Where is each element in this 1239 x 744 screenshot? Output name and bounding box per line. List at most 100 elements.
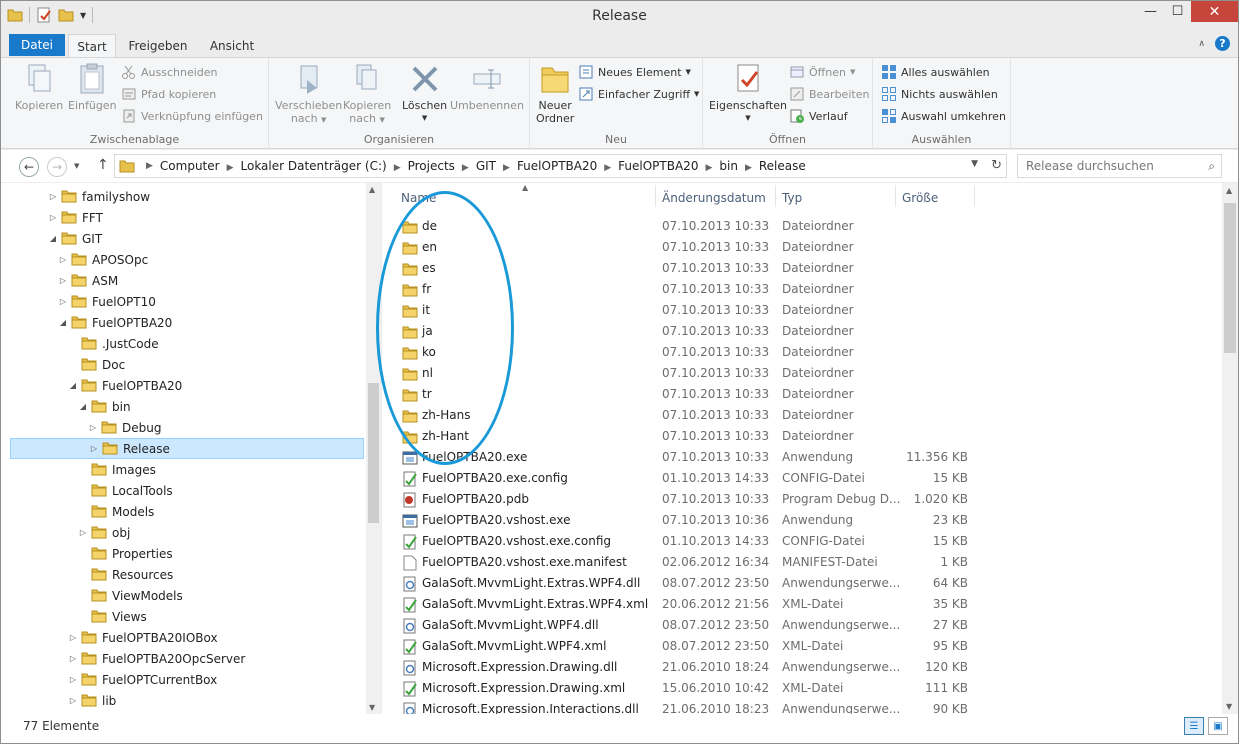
tree-item[interactable]: ◢ FuelOPTBA20 xyxy=(68,375,182,396)
paste-button[interactable]: Einfügen xyxy=(68,62,117,112)
file-row[interactable]: es 07.10.2013 10:33 Dateiordner xyxy=(382,258,1222,279)
delete-dropdown-icon[interactable]: ▼ xyxy=(422,112,427,125)
breadcrumb-item[interactable]: bin xyxy=(719,159,738,173)
ribbon-collapse-icon[interactable]: ∧ xyxy=(1198,39,1205,49)
breadcrumb-item[interactable]: FuelOPTBA20 xyxy=(517,159,597,173)
tree-item[interactable]: Doc xyxy=(68,354,125,375)
scroll-up-icon[interactable]: ▲ xyxy=(369,185,375,194)
rename-button[interactable]: Umbenennen xyxy=(450,62,524,112)
expand-icon[interactable]: ▷ xyxy=(89,444,99,453)
invert-selection-button[interactable]: Auswahl umkehren xyxy=(881,106,1006,126)
file-row[interactable]: fr 07.10.2013 10:33 Dateiordner xyxy=(382,279,1222,300)
breadcrumb-separator-icon[interactable]: ▶ xyxy=(705,163,712,173)
back-button[interactable]: ← xyxy=(19,157,39,177)
search-icon[interactable]: ⌕ xyxy=(1208,159,1215,174)
file-row[interactable]: ko 07.10.2013 10:33 Dateiordner xyxy=(382,342,1222,363)
scroll-up-icon[interactable]: ▲ xyxy=(1226,186,1232,195)
file-row[interactable]: GalaSoft.MvvmLight.Extras.WPF4.xml 20.06.… xyxy=(382,594,1222,615)
breadcrumb-item[interactable]: GIT xyxy=(476,159,496,173)
expand-icon[interactable]: ▷ xyxy=(68,633,78,642)
tree-item[interactable]: ▷ ASM xyxy=(58,270,118,291)
expand-icon[interactable]: ▷ xyxy=(58,255,68,264)
file-row[interactable]: nl 07.10.2013 10:33 Dateiordner xyxy=(382,363,1222,384)
tab-datei[interactable]: Datei xyxy=(9,34,65,56)
tab-freigeben[interactable]: Freigeben xyxy=(122,34,194,57)
collapse-icon[interactable]: ◢ xyxy=(58,318,68,327)
tree-item[interactable]: ▷ FuelOPTBA20IOBox xyxy=(68,627,218,648)
tree-item[interactable]: .JustCode xyxy=(68,333,159,354)
breadcrumb-separator-icon[interactable]: ▶ xyxy=(462,163,469,173)
scroll-thumb[interactable] xyxy=(368,383,379,523)
address-dropdown-icon[interactable]: ▼ xyxy=(971,159,978,169)
file-row[interactable]: FuelOPTBA20.vshost.exe.manifest 02.06.201… xyxy=(382,552,1222,573)
forward-button[interactable]: → xyxy=(47,157,67,177)
breadcrumb-item[interactable]: Lokaler Datenträger (C:) xyxy=(241,159,387,173)
file-row[interactable]: ja 07.10.2013 10:33 Dateiordner xyxy=(382,321,1222,342)
column-date[interactable]: Änderungsdatum xyxy=(662,191,766,205)
tree-item[interactable]: ▷ FFT xyxy=(48,207,103,228)
tab-ansicht[interactable]: Ansicht xyxy=(201,34,263,57)
copy-to-button[interactable]: Kopieren nach ▼ xyxy=(343,62,391,127)
copy-path-button[interactable]: Pfad kopieren xyxy=(121,84,216,104)
breadcrumb-separator-icon[interactable]: ▶ xyxy=(227,163,234,173)
close-button[interactable]: ✕ xyxy=(1191,1,1238,22)
file-list-scrollbar[interactable]: ▲ ▼ xyxy=(1222,183,1238,714)
large-icons-view-button[interactable]: ▣ xyxy=(1208,717,1228,735)
move-to-button[interactable]: Verschieben nach ▼ xyxy=(275,62,342,127)
maximize-button[interactable]: ☐ xyxy=(1164,1,1191,22)
breadcrumb-separator-icon[interactable]: ▶ xyxy=(394,163,401,173)
file-row[interactable]: GalaSoft.MvvmLight.Extras.WPF4.dll 08.07.… xyxy=(382,573,1222,594)
file-row[interactable]: zh-Hans 07.10.2013 10:33 Dateiordner xyxy=(382,405,1222,426)
expand-icon[interactable]: ▷ xyxy=(58,276,68,285)
file-row[interactable]: it 07.10.2013 10:33 Dateiordner xyxy=(382,300,1222,321)
tree-item[interactable]: ▷ FuelOPT10 xyxy=(58,291,156,312)
tree-item[interactable]: Views xyxy=(78,606,147,627)
details-view-button[interactable]: ☰ xyxy=(1184,717,1204,735)
breadcrumb-separator-icon[interactable]: ▶ xyxy=(604,163,611,173)
refresh-icon[interactable]: ↻ xyxy=(991,158,1002,173)
tree-item[interactable]: ▷ Release xyxy=(10,438,364,459)
delete-button[interactable]: Löschen ▼ xyxy=(402,62,447,125)
file-row[interactable]: tr 07.10.2013 10:33 Dateiordner xyxy=(382,384,1222,405)
tree-item[interactable]: ▷ obj xyxy=(78,522,130,543)
select-none-button[interactable]: Nichts auswählen xyxy=(881,84,998,104)
tree-item[interactable]: Models xyxy=(78,501,154,522)
file-row[interactable]: de 07.10.2013 10:33 Dateiordner xyxy=(382,216,1222,237)
properties-button[interactable]: Eigenschaften ▼ xyxy=(709,62,787,125)
column-size[interactable]: Größe xyxy=(902,191,938,205)
file-row[interactable]: FuelOPTBA20.vshost.exe 07.10.2013 10:36 An… xyxy=(382,510,1222,531)
expand-icon[interactable]: ▷ xyxy=(48,213,58,222)
file-row[interactable]: Microsoft.Expression.Drawing.xml 15.06.20… xyxy=(382,678,1222,699)
scroll-thumb[interactable] xyxy=(1224,203,1236,353)
file-row[interactable]: en 07.10.2013 10:33 Dateiordner xyxy=(382,237,1222,258)
tree-item[interactable]: LocalTools xyxy=(78,480,173,501)
properties-dropdown-icon[interactable]: ▼ xyxy=(745,112,750,125)
expand-icon[interactable]: ▷ xyxy=(68,654,78,663)
up-button[interactable]: ↑ xyxy=(97,157,109,173)
minimize-button[interactable]: — xyxy=(1137,1,1164,22)
column-divider[interactable] xyxy=(895,185,896,207)
column-divider[interactable] xyxy=(655,185,656,207)
tree-item[interactable]: ▷ FuelOPTCurrentBox xyxy=(68,669,217,690)
tree-item[interactable]: ViewModels xyxy=(78,585,183,606)
tree-item[interactable]: Properties xyxy=(78,543,173,564)
paste-shortcut-button[interactable]: Verknüpfung einfügen xyxy=(121,106,263,126)
breadcrumb-item[interactable]: Computer xyxy=(160,159,220,173)
cut-button[interactable]: Ausschneiden xyxy=(121,62,218,82)
expand-icon[interactable]: ▷ xyxy=(78,528,88,537)
file-row[interactable]: FuelOPTBA20.exe.config 01.10.2013 14:33 CO… xyxy=(382,468,1222,489)
file-row[interactable]: Microsoft.Expression.Drawing.dll 21.06.20… xyxy=(382,657,1222,678)
scroll-down-icon[interactable]: ▼ xyxy=(369,703,375,712)
breadcrumb-separator-icon[interactable]: ▶ xyxy=(503,163,510,173)
tab-start[interactable]: Start xyxy=(68,34,116,58)
column-divider[interactable] xyxy=(974,185,975,207)
history-button[interactable]: Verlauf xyxy=(789,106,848,126)
file-row[interactable]: FuelOPTBA20.pdb 07.10.2013 10:33 Program D… xyxy=(382,489,1222,510)
tree-item[interactable]: ◢ bin xyxy=(78,396,131,417)
tree-item[interactable]: ◢ GIT xyxy=(48,228,102,249)
tree-item[interactable]: ▷ familyshow xyxy=(48,186,150,207)
scroll-down-icon[interactable]: ▼ xyxy=(1226,702,1232,711)
expand-icon[interactable]: ▷ xyxy=(68,675,78,684)
collapse-icon[interactable]: ◢ xyxy=(68,381,78,390)
search-box[interactable]: Release durchsuchen ⌕ xyxy=(1017,154,1222,178)
